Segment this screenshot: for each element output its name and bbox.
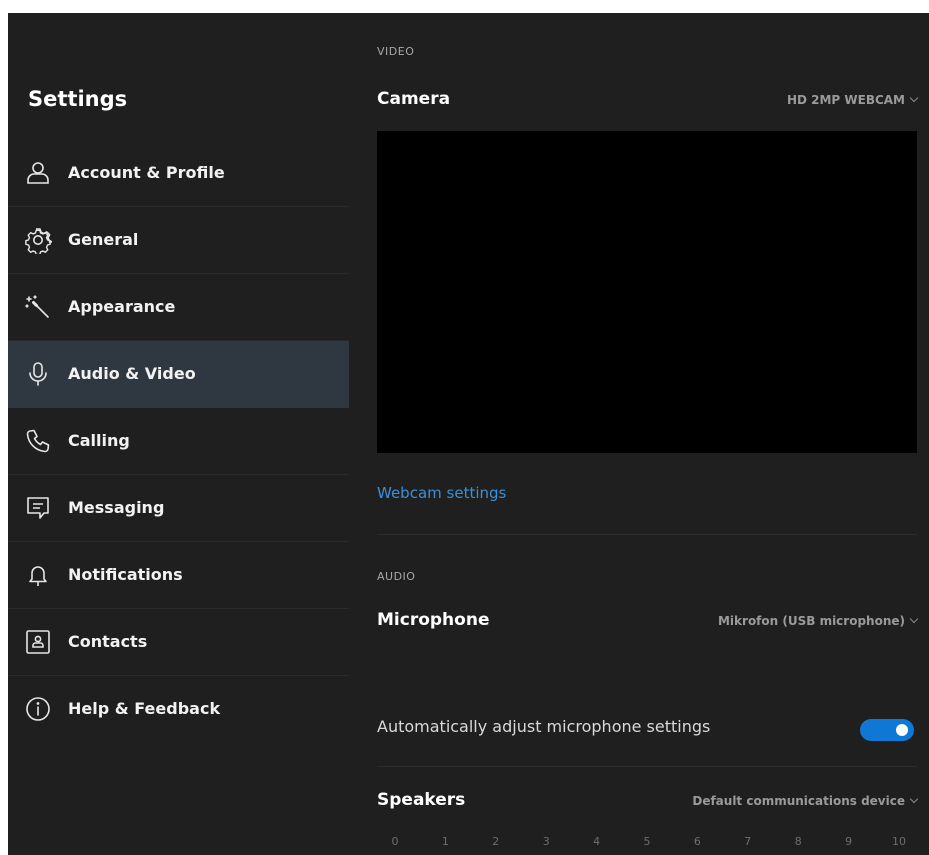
volume-tick: 9 — [845, 835, 853, 848]
volume-tick: 0 — [391, 835, 399, 848]
volume-tick: 5 — [643, 835, 651, 848]
microphone-icon — [24, 360, 52, 388]
sidebar-item-notifications[interactable]: Notifications — [8, 542, 349, 609]
speakers-select-value: Default communications device — [692, 794, 905, 808]
camera-preview — [377, 131, 917, 453]
sidebar-item-label: General — [68, 230, 139, 249]
info-icon — [24, 695, 52, 723]
sidebar-item-appearance[interactable]: Appearance — [8, 274, 349, 341]
volume-tick: 8 — [794, 835, 802, 848]
person-icon — [24, 159, 52, 187]
magic-wand-icon — [24, 293, 52, 321]
sidebar-item-general[interactable]: General — [8, 207, 349, 274]
chevron-down-icon — [909, 93, 919, 103]
sidebar-item-audio-video[interactable]: Audio & Video — [8, 341, 349, 408]
auto-adjust-mic-label: Automatically adjust microphone settings — [377, 717, 711, 736]
toggle-knob — [896, 724, 908, 736]
sidebar-item-label: Contacts — [68, 632, 148, 651]
settings-sidebar: Settings Account & Profile General Appea… — [8, 13, 349, 855]
volume-tick: 1 — [441, 835, 449, 848]
contact-card-icon — [24, 628, 52, 656]
sidebar-item-help-feedback[interactable]: Help & Feedback — [8, 676, 349, 743]
sidebar-item-label: Audio & Video — [68, 364, 196, 383]
sidebar-item-account-profile[interactable]: Account & Profile — [8, 140, 349, 207]
volume-tick: 3 — [542, 835, 550, 848]
sidebar-item-label: Account & Profile — [68, 163, 225, 182]
camera-select[interactable]: HD 2MP WEBCAM — [786, 93, 919, 107]
volume-tick: 6 — [693, 835, 701, 848]
sidebar-item-label: Notifications — [68, 565, 183, 584]
sidebar-item-label: Calling — [68, 431, 130, 450]
webcam-settings-link[interactable]: Webcam settings — [377, 484, 506, 502]
speakers-label: Speakers — [377, 790, 466, 810]
section-divider — [377, 534, 917, 535]
video-section-label: VIDEO — [377, 45, 415, 58]
camera-select-value: HD 2MP WEBCAM — [786, 93, 905, 107]
volume-tick: 4 — [593, 835, 601, 848]
settings-window: Settings Account & Profile General Appea… — [8, 13, 929, 855]
camera-label: Camera — [377, 89, 451, 109]
sidebar-item-label: Appearance — [68, 297, 176, 316]
settings-nav: Account & Profile General Appearance Aud… — [8, 140, 349, 743]
sidebar-item-contacts[interactable]: Contacts — [8, 609, 349, 676]
settings-content: VIDEO Camera HD 2MP WEBCAM Webcam settin… — [349, 13, 929, 855]
bell-icon — [24, 561, 52, 589]
sidebar-item-label: Messaging — [68, 498, 165, 517]
sidebar-title: Settings — [28, 87, 128, 111]
sidebar-item-messaging[interactable]: Messaging — [8, 475, 349, 542]
chevron-down-icon — [909, 794, 919, 804]
microphone-select-value: Mikrofon (USB microphone) — [717, 614, 905, 628]
speaker-volume-scale[interactable]: 0 1 2 3 4 5 6 7 8 9 10 — [377, 835, 917, 855]
sidebar-item-calling[interactable]: Calling — [8, 408, 349, 475]
microphone-label: Microphone — [377, 610, 490, 630]
speakers-select[interactable]: Default communications device — [692, 794, 919, 808]
volume-tick: 10 — [892, 835, 906, 848]
chevron-down-icon — [909, 614, 919, 624]
volume-tick: 7 — [744, 835, 752, 848]
phone-icon — [24, 427, 52, 455]
microphone-select[interactable]: Mikrofon (USB microphone) — [717, 614, 919, 628]
section-divider — [377, 766, 917, 767]
volume-tick: 2 — [492, 835, 500, 848]
audio-section-label: AUDIO — [377, 570, 416, 583]
sidebar-item-label: Help & Feedback — [68, 699, 221, 718]
auto-adjust-mic-toggle[interactable] — [860, 719, 914, 741]
gear-icon — [24, 226, 52, 254]
message-icon — [24, 494, 52, 522]
